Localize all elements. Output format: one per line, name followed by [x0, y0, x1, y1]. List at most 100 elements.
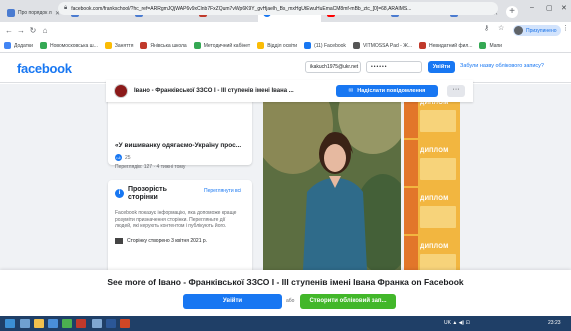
maximize-icon[interactable]: ▢: [546, 4, 553, 12]
back-arrow-icon[interactable]: ←: [3, 26, 15, 35]
site-icon: [193, 42, 201, 49]
transparency-title: Прозорість сторінки: [128, 186, 167, 201]
email-field[interactable]: ikakuch1975@ukr.net: [305, 61, 361, 73]
send-message-label: Надіслати повідомлення: [357, 88, 426, 94]
diploma-label: ДИПЛОМ: [420, 196, 449, 202]
post-photo[interactable]: [263, 84, 401, 270]
avatar: [514, 26, 523, 35]
page-title: Івано - Франківської ЗЗСО I - III ступен…: [134, 88, 294, 94]
bookmarks-bar: Додатки Новомосковська ш... Заняття Янів…: [0, 39, 571, 53]
password-field[interactable]: ••••••: [366, 61, 422, 73]
diploma-label: ДИПЛОМ: [420, 244, 449, 250]
lock-icon: 🔒︎: [64, 5, 68, 11]
created-text: Сторінку створено 3 квітня 2021 р.: [127, 238, 208, 244]
profile-button[interactable]: Призупинено: [513, 25, 561, 36]
site-icon: [352, 42, 360, 49]
bookmark-item[interactable]: Методичний кабінет: [193, 42, 251, 49]
key-icon[interactable]: ⚷: [484, 24, 489, 32]
facebook-logo[interactable]: facebook: [17, 61, 72, 76]
diploma-image: ДИПЛОМ: [404, 236, 460, 270]
diploma-label: ДИПЛОМ: [420, 148, 449, 154]
post-views: Переглядів: 127 · 4 тижні тому: [115, 164, 186, 170]
site-icon: [257, 42, 265, 49]
start-icon[interactable]: [5, 319, 15, 328]
reload-icon[interactable]: ↻: [27, 26, 39, 35]
diploma-image: ДИПЛОМ: [404, 140, 460, 186]
word-icon[interactable]: [106, 319, 116, 328]
send-message-button[interactable]: ✉︎ Надіслати повідомлення: [336, 85, 438, 97]
app-icon[interactable]: [92, 319, 102, 328]
info-icon: i: [115, 189, 124, 198]
like-count: 25: [125, 154, 131, 161]
flag-icon: [115, 238, 123, 244]
or-text: або: [286, 298, 295, 304]
page-avatar[interactable]: [114, 84, 128, 98]
browser-tab[interactable]: Про порядок лист✕: [2, 4, 65, 22]
see-all-link[interactable]: Переглянути всі: [204, 188, 241, 194]
site-icon: [140, 42, 148, 49]
search-icon[interactable]: [20, 319, 30, 328]
system-tray[interactable]: UK ▲ ◀) ⊡: [444, 320, 470, 326]
bookmark-item[interactable]: Відділ освіти: [257, 42, 297, 49]
tab-label: Про порядок лист: [18, 10, 52, 16]
home-icon[interactable]: ⌂: [39, 26, 51, 35]
app-icon[interactable]: [76, 319, 86, 328]
map-icon: [479, 42, 487, 49]
close-window-icon[interactable]: ✕: [561, 4, 567, 12]
clock[interactable]: 23:23: [548, 320, 561, 326]
profile-status: Призупинено: [526, 27, 557, 34]
bookmark-item[interactable]: Янівська школа: [140, 42, 187, 49]
apps-grid-icon: [4, 42, 11, 49]
login-button[interactable]: Увійти: [428, 61, 455, 73]
address-bar[interactable]: 🔒︎ facebook.com/frankschool/?hc_ref=ARRg…: [58, 2, 498, 15]
create-account-button[interactable]: Створити обліковий зап...: [300, 294, 396, 309]
powerpoint-icon[interactable]: [120, 319, 130, 328]
forward-arrow-icon[interactable]: →: [15, 26, 27, 35]
url-text: facebook.com/frankschool/?hc_ref=ARRgmJQ…: [71, 5, 412, 12]
bookmark-item[interactable]: (11) Facebook: [304, 42, 346, 49]
folder-icon: [104, 42, 112, 49]
bookmark-item[interactable]: Новомосковська ш...: [39, 42, 98, 49]
page-created-date: Сторінку створено 3 квітня 2021 р.: [115, 238, 207, 244]
star-icon[interactable]: ☆: [498, 24, 504, 32]
bookmark-label: Заняття: [114, 42, 134, 49]
bookmark-label: VITMOSSA Pad - Ж...: [362, 42, 413, 49]
facebook-header: facebook ikakuch1975@ukr.net •••••• Увій…: [0, 53, 571, 83]
bookmark-item[interactable]: Заняття: [104, 42, 134, 49]
more-options-button[interactable]: ···: [447, 85, 465, 97]
bookmark-item[interactable]: Мапи: [479, 42, 502, 49]
facebook-icon: [304, 42, 312, 49]
globe-icon: [39, 42, 47, 49]
bookmark-label: Відділ освіти: [267, 42, 298, 49]
bookmark-item[interactable]: Невидатний фил...: [419, 42, 472, 49]
bookmark-label: (11) Facebook: [314, 42, 346, 49]
youtube-icon: [419, 42, 427, 49]
messenger-icon: ✉︎: [348, 88, 354, 94]
browser-icon[interactable]: [48, 319, 58, 328]
document-icon: [7, 9, 15, 17]
file-explorer-icon[interactable]: [34, 319, 44, 328]
minimize-icon[interactable]: –: [530, 4, 534, 11]
diploma-image: ДИПЛОМ: [404, 188, 460, 234]
like-icon: 👍︎: [115, 154, 122, 161]
bookmark-item[interactable]: VITMOSSA Pad - Ж...: [352, 42, 413, 49]
bookmark-label: Додатки: [14, 42, 33, 49]
see-more-text: See more of Івано - Франківської ЗЗСО I …: [107, 277, 464, 287]
post-reactions[interactable]: 👍︎ 25: [115, 154, 131, 161]
bookmark-label: Невидатний фил...: [429, 42, 473, 49]
new-tab-button[interactable]: +: [506, 6, 518, 18]
windows-taskbar: UK ▲ ◀) ⊡ 23:23: [0, 316, 571, 331]
bookmark-label: Мапи: [489, 42, 502, 49]
login-prompt-banner: See more of Івано - Франківської ЗЗСО I …: [0, 270, 571, 316]
prompt-login-button[interactable]: Увійти: [183, 294, 282, 309]
bookmark-apps[interactable]: Додатки: [4, 42, 33, 49]
bookmark-label: Новомосковська ш...: [49, 42, 98, 49]
transparency-description: Facebook показує інформацію, яка допомож…: [115, 210, 237, 229]
page-sticky-header: Івано - Франківської ЗЗСО I - III ступен…: [106, 80, 473, 102]
post-title[interactable]: «У вишиванку одягаємо-Україну прос...: [115, 142, 241, 149]
bookmark-label: Методичний кабінет: [203, 42, 251, 49]
forgot-account-link[interactable]: Забули назву облікового запису?: [460, 63, 544, 69]
chrome-icon[interactable]: [62, 319, 72, 328]
diploma-images[interactable]: ДИПЛОМ ДИПЛОМ ДИПЛОМ ДИПЛОМ: [404, 84, 460, 270]
menu-kebab-icon[interactable]: ⋮: [562, 24, 569, 32]
